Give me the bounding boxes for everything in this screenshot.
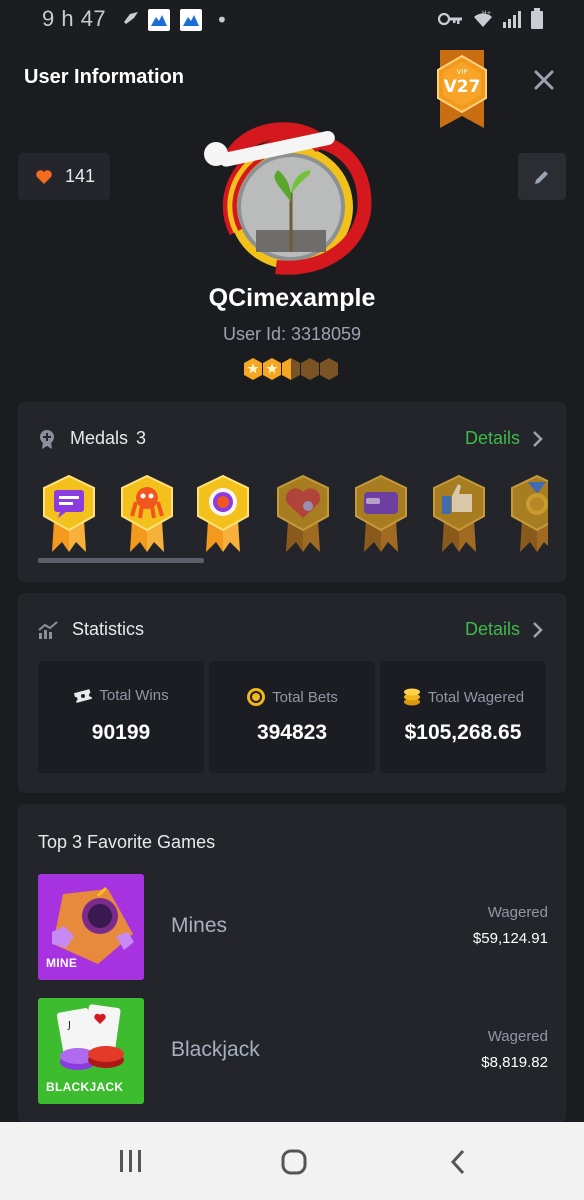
ticket-icon <box>74 688 93 703</box>
close-button[interactable] <box>528 64 560 96</box>
stat-total-wagered-label: Total Wagered <box>427 688 525 706</box>
system-nav-bar <box>0 1122 584 1200</box>
game-row-blackjack[interactable]: J BLACKJACK Blackjack Wagered $8,819.82 <box>38 998 548 1104</box>
statistics-label: Statistics <box>72 619 145 639</box>
edit-profile-button[interactable] <box>518 153 566 200</box>
stat-total-wins-label: Total Wins <box>99 687 169 704</box>
app-icon <box>148 9 170 31</box>
stat-total-wins-value: 90199 <box>91 721 151 744</box>
heart-icon <box>36 169 52 184</box>
chip-icon <box>247 688 266 706</box>
blackjack-wager-label: Wagered <box>487 1028 548 1045</box>
stat-total-bets-label: Total Bets <box>272 688 338 706</box>
coins-icon <box>403 688 420 706</box>
medals-header: Medals 3 <box>38 428 146 449</box>
game-name-blackjack: Blackjack <box>171 1038 260 1061</box>
likes-button[interactable]: 141 <box>18 153 110 200</box>
recent-apps-icon[interactable] <box>118 1148 144 1174</box>
medals-card: Medals 3 Details <box>18 402 566 582</box>
statistics-header: Statistics <box>38 619 144 640</box>
signal-icon <box>503 11 521 28</box>
vip-small-label: VIP <box>456 68 467 76</box>
medals-details-label: Details <box>464 428 520 448</box>
stat-total-bets: Total Bets 394823 <box>209 661 375 773</box>
mines-wager-value: $59,124.91 <box>472 930 548 947</box>
wallet-medal-icon[interactable] <box>352 474 410 554</box>
mines-wager-label: Wagered <box>487 904 548 921</box>
battery-icon <box>531 8 543 29</box>
avatar <box>196 112 386 282</box>
chevron-right-icon <box>533 621 543 638</box>
stat-total-wagered-value: $105,268.65 <box>404 721 522 744</box>
pencil-icon <box>535 170 548 184</box>
medals-label: Medals <box>70 428 129 448</box>
medals-count: 3 <box>136 428 147 448</box>
likes-count: 141 <box>65 166 96 186</box>
medal-icon <box>40 429 54 449</box>
statistics-details-label: Details <box>464 619 520 639</box>
back-icon[interactable] <box>448 1148 468 1176</box>
avatar-graphic <box>204 122 372 275</box>
username: QCimexample <box>208 284 376 312</box>
chevron-right-icon <box>533 430 543 447</box>
statistics-card: Statistics Details Total Wins 90199 Tota… <box>18 593 566 793</box>
vip-level-label: V27 <box>444 77 481 97</box>
page-title: User Information <box>24 66 185 88</box>
thumbs-up-medal-icon[interactable] <box>430 474 488 554</box>
stat-total-bets-value: 394823 <box>256 721 328 744</box>
ribbon-medal-icon[interactable] <box>508 474 548 554</box>
chat-medal-icon[interactable] <box>40 474 98 554</box>
statistics-details-link[interactable]: Details <box>465 619 544 640</box>
favorite-games-title: Top 3 Favorite Games <box>38 832 216 852</box>
level-hexagons-icon <box>244 358 338 380</box>
blackjack-thumb-label: BLACKJACK <box>46 1080 124 1094</box>
user-id: User Id: 3318059 <box>222 324 362 344</box>
bird-icon <box>124 12 138 24</box>
key-icon <box>438 12 462 26</box>
home-icon[interactable] <box>280 1148 308 1176</box>
blackjack-thumbnail[interactable]: J BLACKJACK <box>38 998 144 1104</box>
target-medal-icon[interactable] <box>194 474 252 554</box>
app-icon <box>180 9 202 31</box>
favorite-games-card: Top 3 Favorite Games MINE Mines Wagered … <box>18 804 566 1122</box>
status-bar: 9 h 47 • H+ <box>0 0 584 40</box>
stat-total-wagered: Total Wagered $105,268.65 <box>380 661 546 773</box>
medal-scrollbar-thumb[interactable] <box>38 558 204 563</box>
status-time: 9 h 47 <box>42 6 107 31</box>
notification-dot: • <box>216 8 228 32</box>
chart-icon <box>38 620 58 639</box>
vip-badge-graphic: VIP V27 <box>437 50 487 128</box>
mines-thumbnail[interactable]: MINE <box>38 874 144 980</box>
vip-badge: VIP V27 <box>430 48 494 130</box>
game-name-mines: Mines <box>171 914 228 937</box>
game-row-mines[interactable]: MINE Mines Wagered $59,124.91 <box>38 874 548 980</box>
wifi-icon: H+ <box>474 10 492 27</box>
level-indicator <box>243 357 341 381</box>
svg-text:H+: H+ <box>482 10 492 17</box>
stat-total-wins: Total Wins 90199 <box>38 661 204 773</box>
medal-scrollbar[interactable] <box>38 558 548 563</box>
medal-list[interactable] <box>38 474 548 556</box>
svg-text:J: J <box>67 1020 71 1031</box>
blackjack-wager-value: $8,819.82 <box>481 1054 548 1071</box>
mines-thumb-label: MINE <box>46 956 78 970</box>
close-icon <box>534 70 554 90</box>
medals-details-link[interactable]: Details <box>465 428 544 449</box>
heart-medal-icon[interactable] <box>274 474 332 554</box>
octopus-medal-icon[interactable] <box>118 474 176 554</box>
